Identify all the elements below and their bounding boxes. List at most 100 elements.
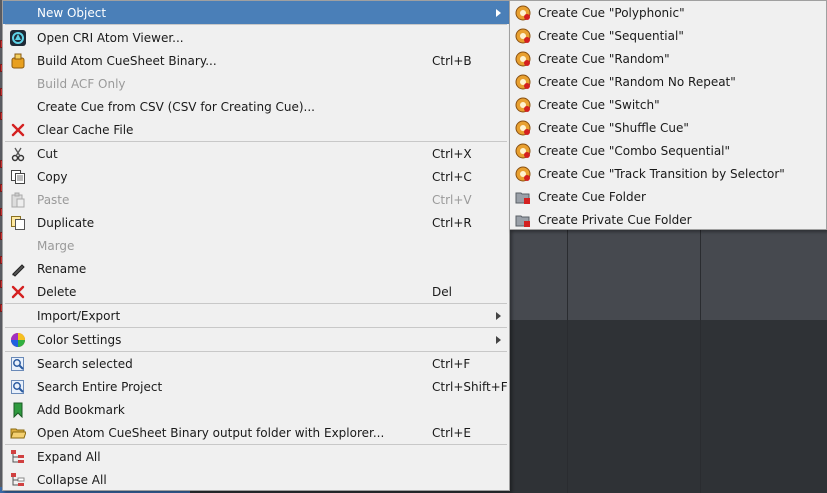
menu-item-shortcut: Ctrl+C (432, 169, 472, 184)
scissors-icon (9, 145, 27, 163)
submenu-item-create-cue-folder[interactable]: Create Cue Folder (510, 185, 826, 208)
menu-item-label: Copy (37, 169, 68, 184)
submenu-arrow-icon (496, 311, 501, 320)
menu-item-label: Create Cue "Combo Sequential" (538, 143, 731, 158)
menu-item-search-selected[interactable]: Search selected Ctrl+F (3, 352, 509, 375)
submenu-item-create-cue-combo-sequential[interactable]: Create Cue "Combo Sequential" (510, 139, 826, 162)
menu-item-label: Rename (37, 261, 87, 276)
menu-item-marge[interactable]: Marge (3, 234, 509, 257)
expand-tree-icon (9, 448, 27, 466)
atom-viewer-icon (9, 29, 27, 47)
duplicate-icon (9, 214, 27, 232)
new-object-submenu: Create Cue "Polyphonic" Create Cue "Sequ… (509, 0, 827, 230)
menu-item-create-cue-from-csv[interactable]: Create Cue from CSV (CSV for Creating Cu… (3, 95, 509, 118)
submenu-item-create-cue-random[interactable]: Create Cue "Random" (510, 47, 826, 70)
search-icon (9, 355, 27, 373)
collapse-tree-icon (9, 471, 27, 489)
menu-separator (5, 24, 507, 25)
menu-item-shortcut: Del (432, 284, 452, 299)
submenu-arrow-icon (496, 335, 501, 344)
menu-item-search-entire-project[interactable]: Search Entire Project Ctrl+Shift+F (3, 375, 509, 398)
menu-item-shortcut: Ctrl+Shift+F (432, 379, 508, 394)
menu-item-shortcut: Ctrl+E (432, 425, 471, 440)
submenu-item-create-cue-shuffle[interactable]: Create Cue "Shuffle Cue" (510, 116, 826, 139)
red-x-icon (9, 283, 27, 301)
menu-item-duplicate[interactable]: Duplicate Ctrl+R (3, 211, 509, 234)
color-wheel-icon (9, 331, 27, 349)
menu-item-shortcut: Ctrl+B (432, 53, 472, 68)
menu-item-color-settings[interactable]: Color Settings (3, 328, 509, 351)
copy-icon (9, 168, 27, 186)
submenu-item-create-private-cue-folder[interactable]: Create Private Cue Folder (510, 208, 826, 231)
menu-item-add-bookmark[interactable]: Add Bookmark (3, 398, 509, 421)
menu-item-rename[interactable]: Rename (3, 257, 509, 280)
menu-item-label: Create Cue "Random" (538, 51, 670, 66)
menu-item-label: Create Cue "Random No Repeat" (538, 74, 736, 89)
menu-item-shortcut: Ctrl+V (432, 192, 472, 207)
menu-item-label: Duplicate (37, 215, 95, 230)
menu-item-new-object[interactable]: New Object (3, 1, 509, 24)
menu-item-delete[interactable]: Delete Del (3, 280, 509, 303)
submenu-arrow-icon (496, 8, 501, 17)
background-divider (700, 230, 701, 493)
menu-item-collapse-all[interactable]: Collapse All (3, 468, 509, 491)
menu-item-label: Create Cue "Track Transition by Selector… (538, 166, 785, 181)
menu-item-expand-all[interactable]: Expand All (3, 445, 509, 468)
cue-icon (514, 96, 532, 114)
bookmark-icon (9, 401, 27, 419)
background-divider (567, 230, 568, 493)
cue-icon (514, 119, 532, 137)
menu-item-open-atom-viewer[interactable]: Open CRI Atom Viewer... (3, 26, 509, 49)
menu-item-label: Create Cue "Switch" (538, 97, 660, 112)
menu-item-shortcut: Ctrl+F (432, 356, 471, 371)
folder-open-icon (9, 424, 27, 442)
menu-item-label: Color Settings (37, 332, 122, 347)
menu-item-copy[interactable]: Copy Ctrl+C (3, 165, 509, 188)
menu-item-label: Build Atom CueSheet Binary... (37, 53, 217, 68)
menu-item-label: Collapse All (37, 472, 107, 487)
menu-item-label: Clear Cache File (37, 122, 134, 137)
search-icon (9, 378, 27, 396)
menu-item-label: Delete (37, 284, 77, 299)
menu-item-label: Create Cue Folder (538, 189, 646, 204)
submenu-item-create-cue-track-transition[interactable]: Create Cue "Track Transition by Selector… (510, 162, 826, 185)
cue-icon (514, 27, 532, 45)
build-icon (9, 52, 27, 70)
menu-item-import-export[interactable]: Import/Export (3, 304, 509, 327)
cue-folder-icon (514, 188, 532, 206)
menu-item-shortcut: Ctrl+R (432, 215, 472, 230)
menu-item-label: Import/Export (37, 308, 121, 323)
menu-item-open-output-folder[interactable]: Open Atom CueSheet Binary output folder … (3, 421, 509, 444)
menu-item-label: Search selected (37, 356, 133, 371)
menu-item-paste[interactable]: Paste Ctrl+V (3, 188, 509, 211)
menu-item-label: Create Private Cue Folder (538, 212, 692, 227)
menu-item-label: Create Cue "Polyphonic" (538, 5, 685, 20)
menu-item-label: Create Cue from CSV (CSV for Creating Cu… (37, 99, 315, 114)
menu-item-label: Expand All (37, 449, 101, 464)
submenu-item-create-cue-polyphonic[interactable]: Create Cue "Polyphonic" (510, 1, 826, 24)
menu-item-label: Paste (37, 192, 70, 207)
menu-item-label: Cut (37, 146, 58, 161)
menu-item-clear-cache[interactable]: Clear Cache File (3, 118, 509, 141)
menu-item-label: Build ACF Only (37, 76, 126, 91)
menu-item-cut[interactable]: Cut Ctrl+X (3, 142, 509, 165)
menu-item-label: Search Entire Project (37, 379, 163, 394)
menu-item-label: Open CRI Atom Viewer... (37, 30, 184, 45)
cue-folder-icon (514, 211, 532, 229)
submenu-item-create-cue-sequential[interactable]: Create Cue "Sequential" (510, 24, 826, 47)
menu-item-label: Create Cue "Shuffle Cue" (538, 120, 689, 135)
cue-icon (514, 142, 532, 160)
submenu-item-create-cue-random-no-repeat[interactable]: Create Cue "Random No Repeat" (510, 70, 826, 93)
context-menu: New Object Open CRI Atom Viewer... Build… (2, 0, 510, 491)
cue-icon (514, 50, 532, 68)
menu-item-build-cuesheet[interactable]: Build Atom CueSheet Binary... Ctrl+B (3, 49, 509, 72)
menu-item-label: New Object (37, 5, 107, 20)
red-x-icon (9, 121, 27, 139)
cue-icon (514, 73, 532, 91)
submenu-item-create-cue-switch[interactable]: Create Cue "Switch" (510, 93, 826, 116)
paste-icon (9, 191, 27, 209)
menu-item-label: Open Atom CueSheet Binary output folder … (37, 425, 385, 440)
menu-item-build-acf-only[interactable]: Build ACF Only (3, 72, 509, 95)
menu-item-label: Add Bookmark (37, 402, 125, 417)
cue-icon (514, 4, 532, 22)
